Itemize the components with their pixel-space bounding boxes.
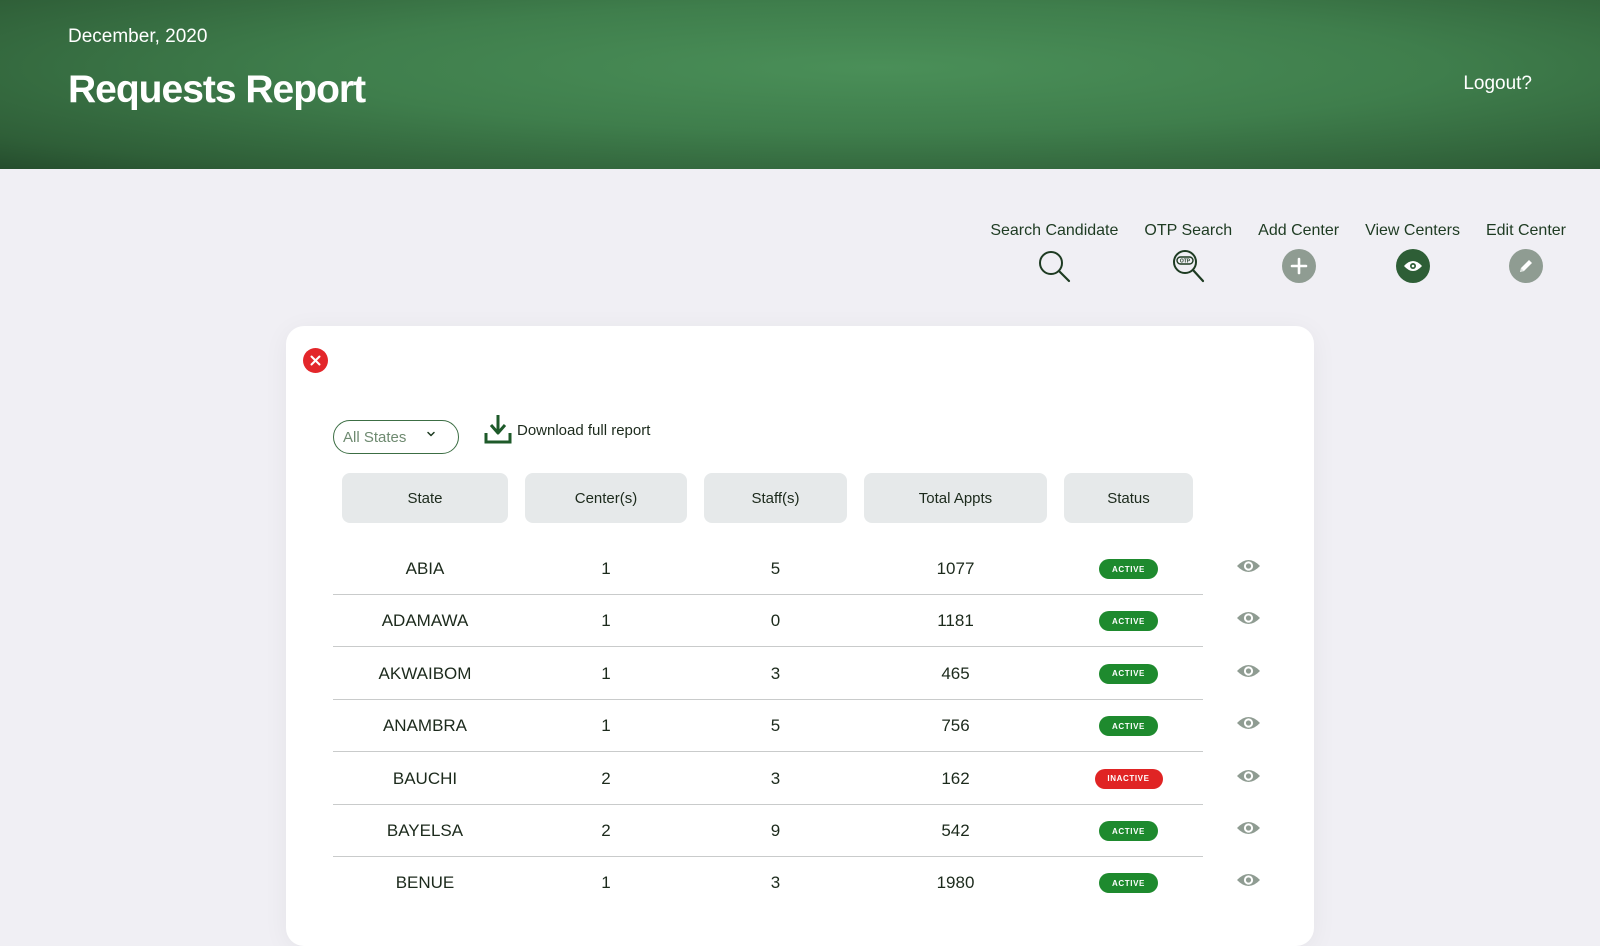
column-header-state[interactable]: State	[342, 473, 508, 523]
view-centers-button[interactable]: View Centers	[1365, 222, 1460, 292]
cell-state: AKWAIBOM	[378, 663, 472, 683]
page-header: December, 2020 Requests Report Logout?	[0, 0, 1600, 169]
download-report-link[interactable]: Download full report	[484, 414, 650, 444]
search-candidate-button[interactable]: Search Candidate	[990, 222, 1118, 292]
cell-total-appts: 1077	[936, 559, 975, 578]
cell-centers: 1	[601, 559, 611, 578]
plus-icon	[1281, 248, 1317, 284]
cell-status: ACTIVE	[1064, 543, 1193, 595]
table-row: BAYELSA 2 9 542 ACTIVE	[333, 805, 1260, 857]
column-header-staffs[interactable]: Staff(s)	[704, 473, 847, 523]
cell-state: ABIA	[405, 559, 445, 578]
cell-state: ANAMBRA	[382, 716, 468, 736]
table-row: ADAMAWA 1 0 1181 ACTIVE	[333, 595, 1260, 648]
otp-search-button[interactable]: OTP Search OTP	[1144, 222, 1232, 292]
cell-centers: 2	[601, 821, 611, 840]
view-row-eye-icon[interactable]	[1236, 819, 1261, 837]
table-row: BAUCHI 2 3 162 INACTIVE	[333, 753, 1260, 805]
state-filter-select[interactable]: All States	[333, 420, 459, 454]
status-badge: ACTIVE	[1099, 873, 1158, 894]
cell-status: ACTIVE	[1064, 648, 1193, 700]
view-centers-label: View Centers	[1365, 222, 1460, 239]
cell-total-appts: 756	[941, 716, 970, 736]
otp-search-icon: OTP	[1170, 248, 1206, 284]
view-row-eye-icon[interactable]	[1236, 767, 1261, 785]
cell-staffs: 5	[770, 716, 781, 736]
edit-center-button[interactable]: Edit Center	[1486, 222, 1566, 292]
add-center-label: Add Center	[1258, 222, 1340, 239]
table-row: BENUE 1 3 1980 ACTIVE	[333, 857, 1260, 909]
status-badge: ACTIVE	[1099, 821, 1158, 841]
edit-center-label: Edit Center	[1485, 222, 1566, 239]
report-date: December, 2020	[68, 26, 208, 47]
cell-centers: 1	[601, 873, 611, 893]
cell-state: BAYELSA	[386, 821, 464, 840]
cell-state: BENUE	[395, 873, 455, 893]
column-header-total-appts[interactable]: Total Appts	[864, 473, 1047, 523]
search-icon	[1036, 248, 1072, 284]
cell-staffs: 3	[770, 873, 781, 893]
cell-total-appts: 162	[941, 768, 970, 788]
view-row-eye-icon[interactable]	[1236, 871, 1261, 889]
page-title: Requests Report	[68, 68, 366, 111]
table-row: ABIA 1 5 1077 ACTIVE	[333, 543, 1260, 595]
status-badge: ACTIVE	[1099, 716, 1158, 737]
cell-centers: 1	[601, 716, 611, 736]
view-row-eye-icon[interactable]	[1236, 557, 1261, 575]
search-candidate-label: Search Candidate	[990, 222, 1119, 239]
close-button[interactable]	[303, 348, 328, 373]
cell-total-appts: 542	[941, 821, 970, 840]
state-filter-value: All States	[343, 428, 407, 446]
download-label: Download full report	[517, 421, 651, 439]
view-row-eye-icon[interactable]	[1236, 609, 1261, 627]
view-row-eye-icon[interactable]	[1236, 662, 1261, 680]
cell-status: ACTIVE	[1064, 805, 1193, 857]
status-badge: ACTIVE	[1099, 559, 1158, 579]
cell-staffs: 5	[770, 559, 781, 578]
status-badge: ACTIVE	[1099, 663, 1158, 684]
cell-total-appts: 1181	[937, 611, 974, 631]
download-icon	[484, 415, 512, 444]
cell-staffs: 3	[770, 768, 781, 788]
chevron-down-icon	[427, 431, 435, 437]
cell-total-appts: 1980	[936, 873, 975, 893]
cell-staffs: 3	[770, 663, 781, 683]
close-icon	[310, 355, 321, 366]
view-row-eye-icon[interactable]	[1236, 714, 1261, 732]
cell-centers: 1	[601, 663, 611, 683]
logout-link[interactable]: Logout?	[1463, 73, 1532, 95]
cell-staffs: 0	[770, 611, 781, 631]
cell-centers: 2	[601, 768, 611, 788]
table-row: AKWAIBOM 1 3 465 ACTIVE	[333, 648, 1260, 700]
cell-centers: 1	[601, 611, 611, 631]
otp-search-label: OTP Search	[1144, 222, 1233, 239]
eye-icon	[1395, 248, 1431, 284]
svg-text:OTP: OTP	[1180, 259, 1191, 265]
cell-state: BAUCHI	[392, 768, 458, 788]
pencil-icon	[1508, 248, 1544, 284]
cell-status: ACTIVE	[1064, 595, 1193, 647]
cell-status: ACTIVE	[1064, 700, 1193, 752]
column-header-status[interactable]: Status	[1064, 473, 1193, 523]
cell-state: ADAMAWA	[381, 611, 469, 631]
status-badge: ACTIVE	[1099, 611, 1158, 632]
table-row: ANAMBRA 1 5 756 ACTIVE	[333, 700, 1260, 753]
add-center-button[interactable]: Add Center	[1258, 222, 1339, 292]
cell-staffs: 9	[770, 821, 781, 840]
cell-status: INACTIVE	[1064, 753, 1193, 805]
status-badge: INACTIVE	[1094, 768, 1163, 789]
column-header-centers[interactable]: Center(s)	[525, 473, 687, 523]
cell-status: ACTIVE	[1064, 857, 1193, 909]
report-card: All States Download full report State Ce…	[286, 326, 1314, 946]
cell-total-appts: 465	[941, 663, 970, 683]
toolbar: Search Candidate OTP Search OTP Add Cent…	[964, 222, 1566, 292]
